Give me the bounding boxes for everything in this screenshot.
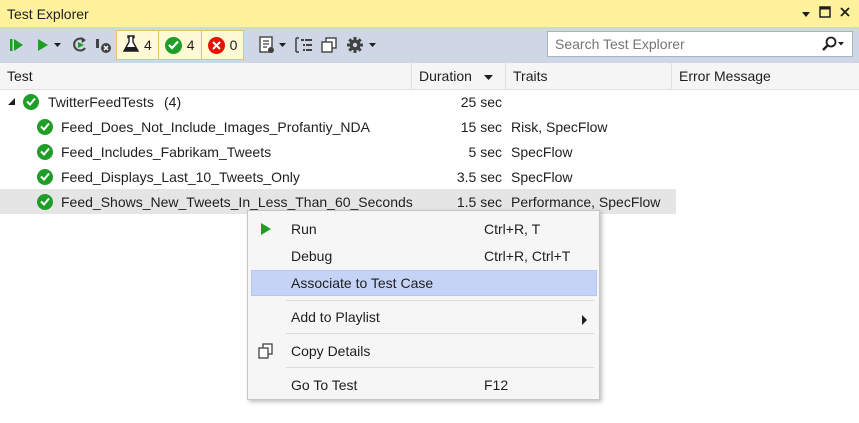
passed-icon <box>37 114 53 139</box>
filter-passed-count: 4 <box>186 37 195 53</box>
menu-item-associate-test-case[interactable]: Associate to Test Case <box>251 270 597 296</box>
test-row[interactable]: Feed_Displays_Last_10_Tweets_Only 3.5 se… <box>0 164 859 189</box>
refresh-icon[interactable] <box>70 33 90 57</box>
search-icon[interactable] <box>820 35 846 53</box>
run-icon <box>257 221 275 237</box>
test-duration: 5 sec <box>468 143 502 160</box>
menu-item-debug[interactable]: Debug Ctrl+R, Ctrl+T <box>251 243 597 269</box>
column-test[interactable]: Test <box>0 63 412 89</box>
search-box[interactable] <box>547 31 853 57</box>
toolbar: 4 4 0 <box>0 27 859 63</box>
flask-icon <box>122 34 140 56</box>
filter-failed[interactable]: 0 <box>202 31 244 59</box>
column-duration[interactable]: Duration <box>412 63 506 89</box>
column-header: Test Duration Traits Error Message <box>0 63 859 90</box>
menu-item-copy-label: Copy Details <box>291 343 371 359</box>
group-by-icon[interactable] <box>294 33 314 57</box>
test-name: Feed_Includes_Fabrikam_Tweets <box>61 143 272 160</box>
menu-item-add-to-playlist[interactable]: Add to Playlist <box>251 304 597 330</box>
settings-dropdown-icon[interactable] <box>369 33 377 57</box>
menu-separator <box>286 367 594 368</box>
menu-item-go-to-test[interactable]: Go To Test F12 <box>251 372 597 398</box>
test-name: Feed_Does_Not_Include_Images_Profantiy_N… <box>61 118 370 135</box>
test-row[interactable]: Feed_Does_Not_Include_Images_Profantiy_N… <box>0 114 859 139</box>
column-error[interactable]: Error Message <box>672 63 859 89</box>
passed-icon <box>37 139 53 164</box>
menu-item-run-label: Run <box>291 221 317 237</box>
column-traits-label: Traits <box>513 68 548 84</box>
test-duration: 15 sec <box>460 118 502 135</box>
group-duration: 25 sec <box>460 93 502 110</box>
sort-descending-icon <box>483 68 494 84</box>
menu-separator <box>286 333 594 334</box>
test-traits: SpecFlow <box>511 143 573 160</box>
test-traits: Risk, SpecFlow <box>511 118 608 135</box>
failed-icon <box>207 36 225 54</box>
column-duration-label: Duration <box>419 68 472 84</box>
menu-item-run-shortcut: Ctrl+R, T <box>484 221 541 237</box>
column-traits[interactable]: Traits <box>506 63 672 89</box>
filter-all[interactable]: 4 <box>117 31 159 59</box>
dropdown-arrow-icon[interactable] <box>801 5 811 21</box>
column-error-label: Error Message <box>679 68 771 84</box>
filter-all-count: 4 <box>144 37 152 53</box>
menu-item-copy-details[interactable]: Copy Details <box>251 338 597 364</box>
title-bar: Test Explorer <box>0 0 859 27</box>
menu-item-goto-shortcut: F12 <box>484 377 509 393</box>
maximize-icon[interactable] <box>819 5 831 21</box>
close-icon[interactable] <box>839 5 851 21</box>
menu-item-debug-shortcut: Ctrl+R, Ctrl+T <box>484 248 571 264</box>
passed-icon <box>23 89 39 114</box>
playlist-dropdown-icon[interactable] <box>279 33 287 57</box>
search-input[interactable] <box>553 35 807 53</box>
copy-icon <box>257 343 275 359</box>
group-name: TwitterFeedTests <box>48 93 154 110</box>
test-duration: 3.5 sec <box>456 168 502 185</box>
menu-item-run[interactable]: Run Ctrl+R, T <box>251 216 597 242</box>
test-name: Feed_Displays_Last_10_Tweets_Only <box>61 168 300 185</box>
run-dropdown-icon[interactable] <box>54 33 62 57</box>
passed-icon <box>164 36 182 54</box>
filter-group: 4 4 0 <box>116 30 245 60</box>
copy-tests-icon[interactable] <box>321 33 338 57</box>
menu-separator <box>286 300 594 301</box>
cancel-icon[interactable] <box>94 33 112 57</box>
window-buttons <box>801 5 851 21</box>
run-icon[interactable] <box>36 33 50 57</box>
menu-item-playlist-label: Add to Playlist <box>291 309 380 325</box>
run-all-icon[interactable] <box>8 33 26 57</box>
passed-icon <box>37 189 53 214</box>
test-group-row[interactable]: TwitterFeedTests (4) 25 sec <box>0 89 859 114</box>
passed-icon <box>37 164 53 189</box>
filter-passed[interactable]: 4 <box>159 31 202 59</box>
test-row[interactable]: Feed_Includes_Fabrikam_Tweets 5 sec Spec… <box>0 139 859 164</box>
column-test-label: Test <box>7 68 33 84</box>
test-traits: SpecFlow <box>511 168 573 185</box>
menu-item-associate-label: Associate to Test Case <box>291 275 434 291</box>
playlist-icon[interactable] <box>258 33 276 57</box>
expand-collapse-icon[interactable] <box>7 89 16 114</box>
menu-item-goto-label: Go To Test <box>291 377 358 393</box>
window-title: Test Explorer <box>7 5 89 22</box>
submenu-arrow-icon <box>582 312 588 328</box>
settings-gear-icon[interactable] <box>346 33 364 57</box>
menu-item-debug-label: Debug <box>291 248 333 264</box>
group-count: (4) <box>164 93 182 110</box>
filter-failed-count: 0 <box>229 37 238 53</box>
context-menu: Run Ctrl+R, T Debug Ctrl+R, Ctrl+T Assoc… <box>247 210 600 400</box>
